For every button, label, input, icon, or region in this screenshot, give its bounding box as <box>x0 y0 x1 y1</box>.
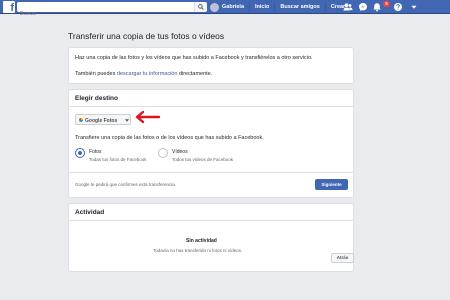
activity-card: Actividad Sin actividad Todavía no has t… <box>68 203 354 272</box>
messenger-icon[interactable] <box>358 2 368 12</box>
destination-description: Transfiere una copia de las fotos o de l… <box>75 135 264 141</box>
download-info-text: También puedes descargar tu información … <box>75 71 212 77</box>
download-info-prefix: También puedes <box>75 71 117 77</box>
nav-home[interactable]: Inicio <box>255 4 269 10</box>
no-activity-subtitle: Todavía no has transferido ni fotos ni v… <box>153 248 243 253</box>
download-info-suffix: directamente. <box>177 71 213 77</box>
videos-option-subtitle: Todos tus vídeos de Facebook <box>172 157 234 162</box>
photos-option-subtitle: Todas tus fotos de Facebook <box>89 157 147 162</box>
notifications-icon[interactable] <box>372 2 382 12</box>
download-info-link[interactable]: descargar tu información <box>117 71 178 77</box>
no-activity-title: Sin actividad <box>186 238 217 244</box>
search-icon <box>198 4 204 10</box>
intro-card: Haz una copia de las fotos y los vídeos … <box>68 47 354 84</box>
divider <box>69 172 353 173</box>
card-header: Elegir destino <box>69 90 353 107</box>
top-navigation-bar: f Gabriela Inicio Buscar amigos Crear 5 <box>0 0 450 19</box>
activity-heading: Actividad <box>75 209 105 216</box>
nav-divider <box>324 3 326 11</box>
search-input[interactable] <box>17 9 194 19</box>
google-photos-icon <box>79 118 83 122</box>
notification-count-badge: 5 <box>383 1 390 7</box>
back-button[interactable]: Atrás <box>331 253 354 263</box>
card-header: Actividad <box>69 204 353 221</box>
avatar <box>210 2 219 12</box>
google-confirmation-note: Google te pedirá que confirmes esta tran… <box>75 182 177 187</box>
search-button[interactable] <box>194 2 207 12</box>
search-box[interactable] <box>17 2 194 19</box>
chevron-down-icon <box>125 119 129 122</box>
choose-destination-card: Elegir destino Google Fotos Transfiere u… <box>68 89 354 198</box>
nav-divider <box>249 3 251 11</box>
destination-dropdown[interactable]: Google Fotos <box>75 114 131 125</box>
account-menu-icon[interactable] <box>409 2 419 12</box>
help-icon[interactable] <box>393 2 403 12</box>
videos-radio[interactable] <box>158 148 168 158</box>
intro-text: Haz una copia de las fotos y los vídeos … <box>75 55 313 61</box>
nav-find-friends[interactable]: Buscar amigos <box>280 4 319 10</box>
nav-divider <box>274 3 276 11</box>
photos-radio[interactable] <box>75 148 85 158</box>
profile-link[interactable]: Gabriela <box>210 2 245 12</box>
photos-option-title: Fotos <box>89 149 102 155</box>
friend-requests-icon[interactable] <box>343 2 353 12</box>
videos-option-title: Vídeos <box>172 149 188 155</box>
choose-destination-heading: Elegir destino <box>75 95 118 102</box>
profile-name: Gabriela <box>222 4 245 10</box>
next-button[interactable]: Siguiente <box>315 179 348 190</box>
dropdown-selected-value: Google Fotos <box>85 117 118 124</box>
annotation-arrow-icon <box>135 110 160 124</box>
facebook-logo[interactable]: f <box>3 1 15 14</box>
page-title: Transferir una copia de tus fotos o víde… <box>68 31 225 41</box>
